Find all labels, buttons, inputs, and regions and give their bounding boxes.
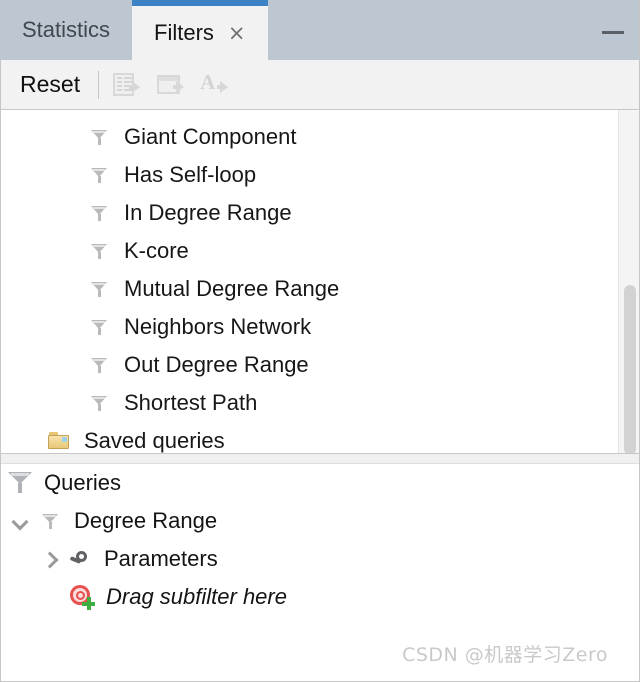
list-item-label: In Degree Range xyxy=(124,200,292,225)
export-arrow-icon xyxy=(129,80,141,93)
filter-list-scrollbar[interactable] xyxy=(618,110,640,453)
tab-filters[interactable]: Filters × xyxy=(132,0,268,60)
list-item[interactable]: Neighbors Network xyxy=(0,308,640,346)
add-target-icon xyxy=(66,585,98,610)
queries-root-label: Queries xyxy=(44,470,122,495)
drag-subfilter-dropzone[interactable]: Drag subfilter here xyxy=(0,578,640,616)
list-item-label: K-core xyxy=(124,238,189,263)
list-item[interactable]: Out Degree Range xyxy=(0,346,640,384)
list-item[interactable]: Shortest Path xyxy=(0,384,640,422)
list-item-label: Out Degree Range xyxy=(124,352,309,377)
minimize-icon xyxy=(602,30,624,34)
list-item-saved-queries[interactable]: Saved queries xyxy=(0,422,640,453)
panel-splitter[interactable] xyxy=(0,453,640,464)
funnel-icon xyxy=(82,167,116,184)
list-item[interactable]: In Degree Range xyxy=(0,194,640,232)
funnel-icon xyxy=(82,205,116,222)
label-export-icon: A xyxy=(200,69,216,94)
funnel-icon xyxy=(82,243,116,260)
export-arrow-icon xyxy=(173,80,185,93)
list-item[interactable]: Mutual Degree Range xyxy=(0,270,640,308)
tab-statistics-label: Statistics xyxy=(22,17,111,42)
funnel-icon xyxy=(4,471,36,495)
tab-bar-filler xyxy=(267,0,640,60)
filter-library-list[interactable]: Giant Component Has Self-loop In Degree … xyxy=(0,110,640,453)
export-arrow-icon xyxy=(217,80,229,93)
tab-bar: Statistics Filters × xyxy=(0,0,640,60)
list-item-label: Shortest Path xyxy=(124,390,258,415)
tree-node-degree-range[interactable]: Degree Range xyxy=(0,502,640,540)
list-item-label: Has Self-loop xyxy=(124,162,257,187)
queries-tree[interactable]: Queries Degree Range Parameters Drag sub… xyxy=(0,464,640,682)
queries-root-row[interactable]: Queries xyxy=(0,464,640,502)
funnel-icon xyxy=(82,319,116,336)
reset-button[interactable]: Reset xyxy=(12,73,92,96)
minimize-button[interactable] xyxy=(600,22,626,42)
export-table-button[interactable] xyxy=(111,68,145,102)
export-workspace-button[interactable] xyxy=(155,68,189,102)
folder-icon xyxy=(42,432,76,450)
tab-filters-label: Filters xyxy=(154,20,214,45)
list-item-label: Mutual Degree Range xyxy=(124,276,340,301)
close-icon[interactable]: × xyxy=(228,22,246,44)
list-item-label: Giant Component xyxy=(124,124,297,149)
funnel-icon xyxy=(82,357,116,374)
export-labels-button[interactable]: A xyxy=(199,68,233,102)
tree-node-label: Parameters xyxy=(104,546,218,571)
tab-statistics[interactable]: Statistics xyxy=(0,0,133,60)
tree-node-label: Degree Range xyxy=(74,508,218,533)
watermark: CSDN @机器学习Zero xyxy=(402,644,608,666)
window-left-edge xyxy=(0,60,1,682)
chevron-right-icon[interactable] xyxy=(34,553,64,566)
funnel-icon xyxy=(82,281,116,298)
funnel-icon xyxy=(82,395,116,412)
tree-node-parameters[interactable]: Parameters xyxy=(0,540,640,578)
list-item[interactable]: Has Self-loop xyxy=(0,156,640,194)
filters-toolbar: Reset A xyxy=(0,60,640,110)
list-item[interactable]: Giant Component xyxy=(0,118,640,156)
wrench-icon xyxy=(64,550,96,568)
toolbar-separator xyxy=(98,70,100,99)
scrollbar-thumb[interactable] xyxy=(624,285,636,453)
list-item-label: Neighbors Network xyxy=(124,314,312,339)
funnel-icon xyxy=(34,513,66,530)
filter-library-items: Giant Component Has Self-loop In Degree … xyxy=(0,110,640,453)
drag-subfilter-label: Drag subfilter here xyxy=(106,584,287,609)
filters-panel-window: Statistics Filters × Reset A Giant Compo… xyxy=(0,0,640,682)
chevron-down-icon[interactable] xyxy=(4,515,34,528)
funnel-icon xyxy=(82,129,116,146)
list-item[interactable]: K-core xyxy=(0,232,640,270)
list-item-label: Saved queries xyxy=(84,428,225,453)
